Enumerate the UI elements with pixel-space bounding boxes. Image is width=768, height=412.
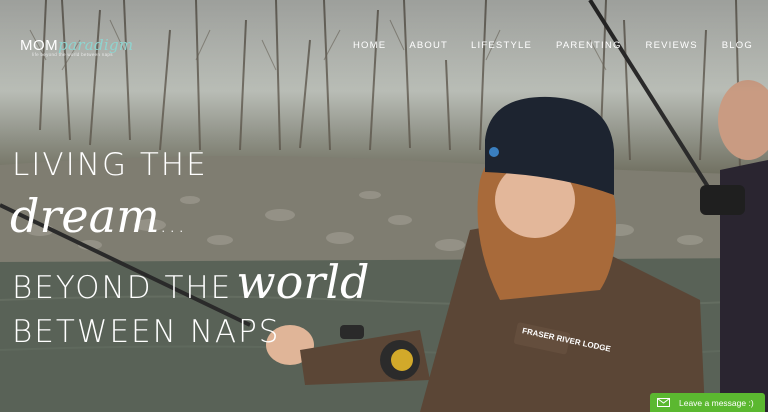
nav-home[interactable]: HOME <box>353 40 386 51</box>
nav-blog[interactable]: BLOG <box>722 40 753 51</box>
nav-reviews[interactable]: REVIEWS <box>646 40 698 51</box>
nav-about[interactable]: ABOUT <box>409 40 448 51</box>
headline-script-dream: dream <box>10 189 160 243</box>
hero-banner: FRASER RIVER LODGE MOMparadigm life beyo… <box>0 0 768 412</box>
hero-headline: LIVING THE dream... BEYOND THEworld BETW… <box>10 147 370 350</box>
leave-message-button[interactable]: Leave a message :) <box>650 393 765 412</box>
main-menu: HOME ABOUT LIFESTYLE PARENTING REVIEWS B… <box>353 40 753 51</box>
headline-ellipsis: ... <box>159 213 187 238</box>
envelope-icon <box>657 398 670 407</box>
headline-line-1: LIVING THE <box>12 147 208 183</box>
site-logo[interactable]: MOMparadigm life beyond the world betwee… <box>20 36 133 57</box>
logo-tagline: life beyond the world between naps <box>32 52 113 57</box>
headline-line-3: BETWEEN NAPS <box>12 314 281 350</box>
headline-line-2: BEYOND THE <box>12 270 233 306</box>
leave-message-label: Leave a message :) <box>679 397 754 408</box>
nav-parenting[interactable]: PARENTING <box>556 40 622 51</box>
headline-script-world: world <box>236 255 370 309</box>
nav-lifestyle[interactable]: LIFESTYLE <box>471 40 532 51</box>
top-navigation: MOMparadigm life beyond the world betwee… <box>0 0 768 92</box>
